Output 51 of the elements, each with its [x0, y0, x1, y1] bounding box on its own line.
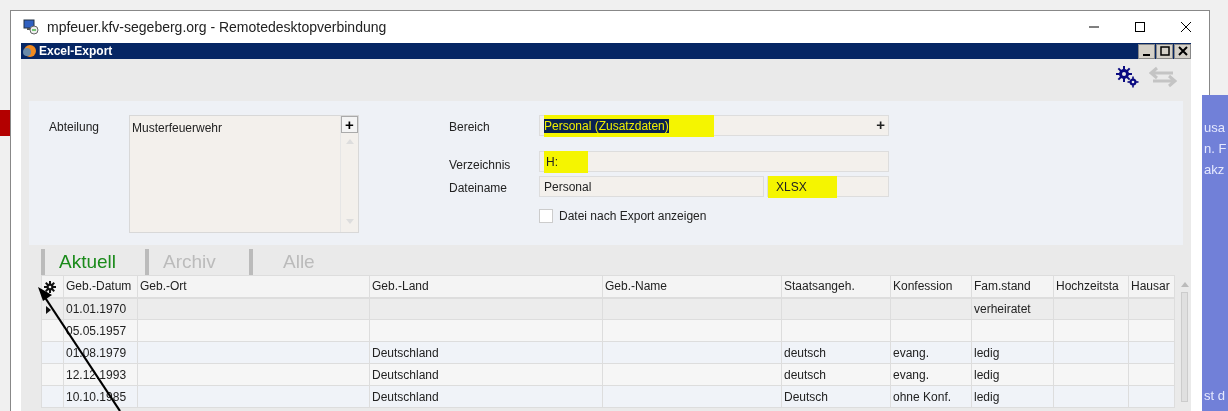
close-icon [1177, 46, 1188, 56]
filename-field[interactable]: Personal [539, 176, 764, 197]
window-title: mpfeuer.kfv-segeberg.org - Remotedesktopverbindung [47, 17, 388, 37]
minimize-button[interactable] [1138, 43, 1155, 59]
field-label: Verzeichnis [449, 157, 512, 174]
maximize-icon [1159, 46, 1170, 56]
column-header[interactable]: Geb.-Datum [63, 275, 138, 298]
column-header[interactable]: Fam.stand [971, 275, 1054, 298]
row-pointer-icon [44, 304, 52, 315]
field-value: Personal [544, 178, 592, 196]
table-cell: Deutschland [369, 341, 603, 364]
column-header[interactable]: Staatsangeh. [781, 275, 891, 298]
field-label: Dateiname [449, 180, 509, 197]
list-box[interactable]: Musterfeuerwehr + [129, 115, 359, 233]
minimize-icon [1143, 54, 1150, 56]
scroll-up-icon[interactable] [1179, 280, 1190, 288]
field-label: Abteilung [49, 120, 100, 134]
extension-field[interactable]: XLSX [767, 176, 889, 197]
table-cell: Deutschland [369, 385, 603, 408]
column-header[interactable]: Hausar [1128, 275, 1175, 298]
checkbox[interactable] [539, 209, 553, 223]
column-header[interactable]: Geb.-Name [602, 275, 782, 298]
area-dropdown[interactable]: Personal (Zusatzdaten) + [539, 115, 889, 136]
column-header[interactable]: Geb.-Ort [137, 275, 370, 298]
maximize-icon [1134, 21, 1146, 33]
field-value: XLSX [768, 175, 837, 198]
swap-arrows-icon[interactable] [1149, 66, 1177, 88]
list-item[interactable]: Musterfeuerwehr [132, 119, 338, 137]
remote-desktop-icon [23, 19, 39, 35]
app-icon [21, 44, 37, 58]
background-text: akz [1204, 161, 1226, 179]
field-label: Bereich [449, 119, 491, 136]
add-icon: + [876, 114, 885, 137]
column-header[interactable]: Geb.-Land [369, 275, 603, 298]
table-cell: Deutschland [369, 363, 603, 386]
gears-icon[interactable] [1115, 66, 1139, 88]
background-text: n. F [1204, 140, 1228, 158]
close-icon [1180, 21, 1192, 33]
field-value: Personal (Zusatzdaten) [544, 118, 669, 133]
maximize-button[interactable] [1156, 43, 1173, 59]
directory-field[interactable]: H: [539, 151, 889, 172]
app-title: Excel-Export [39, 43, 114, 59]
column-header[interactable]: Hochzeitsta [1053, 275, 1129, 298]
close-button[interactable] [1174, 43, 1191, 59]
background-text: st d [1204, 387, 1226, 405]
field-value: H: [544, 150, 588, 173]
add-button[interactable]: + [341, 116, 358, 133]
background-bar [0, 110, 10, 136]
column-header[interactable]: Konfession [890, 275, 972, 298]
checkbox-label: Datei nach Export anzeigen [559, 208, 707, 225]
background-text: usa [1204, 119, 1226, 137]
